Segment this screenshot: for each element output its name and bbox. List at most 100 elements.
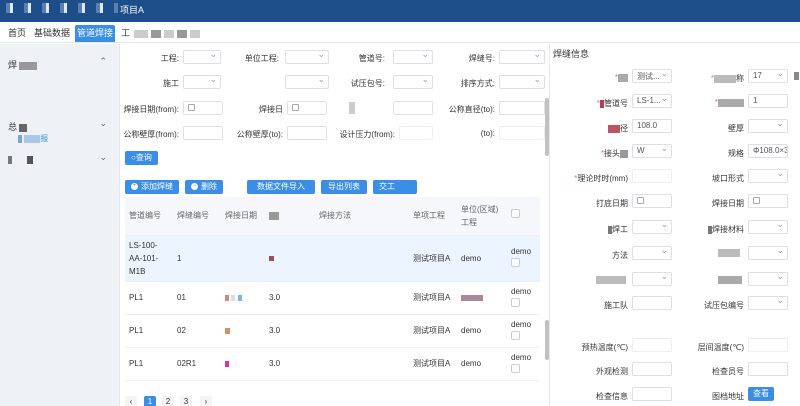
weld-date-from-input[interactable] [183,101,223,115]
cell-method [315,314,363,348]
filter-label-weld-date-to: 焊接日 [259,105,283,114]
sidebar-item-report[interactable]: 报 [18,133,48,144]
nav-home[interactable]: 首页 [6,25,28,42]
table-row[interactable]: PL1 01 3.0 测试项目A demo [125,281,540,315]
cell-4: 3.0 [265,314,315,348]
sidebar-group-3[interactable] [8,154,33,164]
filter-unit-select[interactable] [285,49,329,64]
filter-testpack-select[interactable] [393,74,433,89]
detail-preheat-input[interactable] [632,338,672,352]
detail-inspector-input[interactable] [748,362,788,376]
cell-pipe-no: PL1 [125,347,173,381]
detail-team-input[interactable] [632,296,672,310]
page-2-button[interactable]: 2 [162,396,174,406]
detail-weld-date-input[interactable] [748,194,788,208]
handover-button[interactable]: 交工 [373,180,417,194]
row-checkbox[interactable] [511,330,520,340]
wall-to-input[interactable] [287,126,327,140]
detail-dia-input[interactable]: 108.0 [632,119,672,133]
weld-date-to-input[interactable] [287,101,327,115]
detail-label-joint: *接头 [586,148,628,159]
filter-weld-select[interactable] [499,49,545,64]
label-redaction [618,73,628,82]
pressure-from-input[interactable] [399,126,433,140]
filter-construction-select[interactable] [183,74,221,89]
view-drawing-button[interactable]: 查看 [748,387,774,401]
pagination: ‹ 1 2 3 › [121,396,549,406]
sidebar: 焊 ⌃ 报 总 ⌄ ⌄ [0,44,120,406]
detail-testpack-select[interactable] [748,295,788,310]
nav-basic-data[interactable]: 基础数据 [32,25,72,42]
page-3-button[interactable]: 3 [180,396,192,406]
add-weld-button[interactable]: + 添加焊缝 [125,180,179,194]
chevron-up-icon[interactable]: ⌃ [99,56,107,67]
filter-sort-select[interactable] [499,74,545,89]
detail-count-input[interactable]: 1 [748,94,788,108]
cell-6 [363,281,409,315]
delete-weld-button[interactable]: − 删除 [185,180,223,194]
detail-interpass-input[interactable] [748,338,788,352]
next-page-button[interactable]: › [200,396,212,406]
detail-visual-input[interactable] [632,362,672,376]
add-weld-button-label: 添加焊缝 [141,182,173,191]
wall-from-input[interactable] [183,126,223,140]
filter-label-weld-date-from: 焊接日期(from): [123,105,179,114]
weld-table: 管道编号 焊缝编号 焊接日期 焊接方法 单项工程 单位(区域)工程 LS-100… [125,197,540,381]
detail-welder-select[interactable] [632,219,672,234]
detail-groove-select[interactable] [748,168,788,183]
row-checkbox[interactable] [511,363,520,373]
detail-wall-select[interactable] [748,118,788,133]
sidebar-group-summary[interactable]: 总 [8,120,28,133]
cell-redaction [238,294,242,301]
table-row[interactable]: PL1 02R1 3.0 测试项目A demo demo [125,347,540,381]
row-checkbox[interactable] [511,297,520,307]
detail-select-8b[interactable] [748,245,788,260]
col-select[interactable] [507,197,540,236]
detail-select-9a[interactable] [632,271,672,286]
search-button-label: 查询 [135,153,152,162]
detail-rate-input[interactable] [632,169,672,183]
detail-print-date-input[interactable] [632,194,672,208]
sidebar-group-welding[interactable]: 焊 [8,58,38,71]
cell-redaction [231,294,235,301]
col-weld-no: 焊缝编号 [173,197,221,236]
chevron-down-icon[interactable]: ⌄ [99,152,107,163]
chevron-down-icon[interactable]: ⌄ [99,118,107,129]
detail-label-print-date: 打底日期 [596,199,628,208]
detail-select-9b[interactable] [748,271,788,286]
nav-more[interactable]: 工 [119,25,202,42]
detail-joint-select[interactable]: W [632,143,672,158]
detail-pipe-select[interactable]: LS-1... [632,93,672,108]
nav-pipe-welding[interactable]: 管道焊接 [75,25,116,42]
detail-size-input[interactable]: Φ108.0×3 [748,144,788,158]
dia-from-input[interactable] [393,101,433,115]
detail-check-input[interactable] [632,387,672,401]
export-button-label: 导出列表 [328,182,360,191]
detail-spec-select[interactable]: 17 [748,68,788,83]
filter-project-select[interactable] [183,49,221,64]
detail-material-select[interactable] [748,219,788,234]
search-button[interactable]: ○查询 [125,151,158,165]
filter-label-construction: 施工 [163,79,179,88]
import-button[interactable]: 数据文件导入 [247,180,315,194]
detail-method-select[interactable] [632,245,672,260]
detail-label-team: 施工队 [604,301,628,310]
pressure-to-input[interactable] [499,126,545,140]
row-checkbox[interactable] [511,258,520,267]
detail-project-select[interactable]: 测试... [632,68,672,83]
nav-more-label: 工 [121,28,131,38]
filter-2-select[interactable] [285,74,329,89]
cell-unit-project: demo [457,347,507,381]
prev-page-button[interactable]: ‹ [125,396,137,406]
dia-to-input[interactable] [499,101,545,115]
export-button[interactable]: 导出列表 [321,180,367,194]
detail-label-rate-text: 理论时时(mm) [577,174,628,183]
page-1-button[interactable]: 1 [144,396,156,406]
table-row[interactable]: LS-100-AA-101-M1B 1 测试项目A demo demo [125,235,540,282]
detail-pipe-value: LS-1... [637,96,661,105]
select-all-checkbox[interactable] [511,209,520,219]
table-row[interactable]: PL1 02 3.0 测试项目A demo demo [125,314,540,348]
col-6 [363,197,409,236]
detail-label-material: 焊接材料 [692,224,744,235]
filter-pipe-select[interactable] [393,49,433,64]
